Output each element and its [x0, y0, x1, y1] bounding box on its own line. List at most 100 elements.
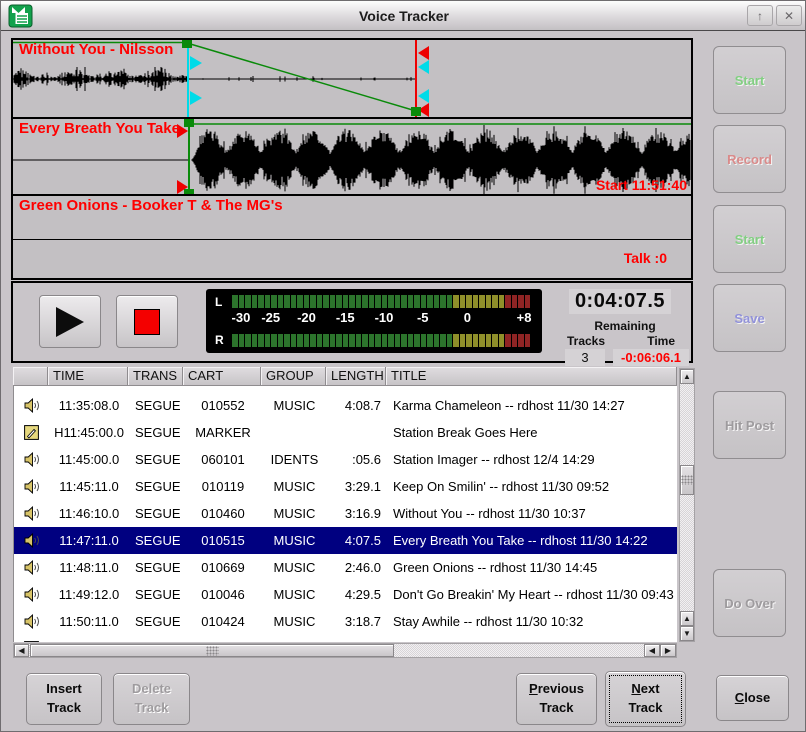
meter-segment [317, 334, 323, 347]
cell-time: 11:48:11.0 [49, 554, 129, 581]
meter-segment [258, 295, 264, 308]
close-button[interactable]: Close [716, 675, 789, 721]
track-1[interactable]: Without You - Nilsson [13, 40, 691, 117]
meter-segment [486, 295, 492, 308]
close-window-button[interactable]: ✕ [776, 5, 802, 26]
cell-title: Station Imager -- rdhost 12/4 14:29 [387, 446, 677, 473]
speaker-icon [24, 560, 40, 575]
header-trans[interactable]: TRANS [128, 367, 183, 386]
insert-track-label2: Track [47, 699, 81, 718]
meter-segment [310, 295, 316, 308]
scroll-up-button-2[interactable]: ▲ [680, 611, 694, 626]
start-2-button[interactable]: Start [713, 205, 786, 273]
cell-trans: SEGUE [129, 446, 184, 473]
vertical-scrollbar[interactable]: ▲ ▲ ▼ [679, 368, 695, 642]
cell-title: Station Break Goes Here [387, 419, 677, 446]
meter-left-label: L [215, 295, 222, 309]
next-track-button[interactable]: Next Track [605, 671, 686, 727]
meter-segment [434, 334, 440, 347]
header-length[interactable]: LENGTH [326, 367, 386, 386]
log-row-8[interactable]: 11:49:12.0SEGUE010046MUSIC4:29.5Don't Go… [14, 581, 677, 608]
scroll-right-button[interactable]: ▶ [660, 644, 676, 657]
remaining-time-value: -0:06:06.1 [613, 349, 689, 366]
cell-time: 11:50:11.0 [49, 608, 129, 635]
cell-trans: SEGUE [129, 554, 184, 581]
header-cart[interactable]: CART [183, 367, 261, 386]
cell-cart: 010669 [184, 554, 262, 581]
scroll-up-button[interactable]: ▲ [680, 369, 694, 384]
log-row-9[interactable]: 11:50:11.0SEGUE010424MUSIC3:18.7Stay Awh… [14, 608, 677, 635]
horizontal-scrollbar[interactable]: ◀ ◀ ▶ [13, 643, 677, 658]
meter-segment [310, 334, 316, 347]
shade-window-button[interactable]: ↑ [747, 5, 773, 26]
cell-time: H12:00:00.0 [49, 635, 129, 642]
meter-segment [395, 295, 401, 308]
record-button[interactable]: Record [713, 125, 786, 193]
scroll-down-button[interactable]: ▼ [680, 626, 694, 641]
log-row-4[interactable]: 11:45:11.0SEGUE010119MUSIC3:29.1Keep On … [14, 473, 677, 500]
meter-segment [512, 295, 518, 308]
meter-segment [245, 295, 251, 308]
previous-track-button[interactable]: Previous Track [516, 673, 597, 725]
meter-segment [323, 334, 329, 347]
cell-trans: SEGUE [129, 473, 184, 500]
meter-segment [460, 295, 466, 308]
meter-right-segments [232, 334, 530, 347]
remaining-tracks-value: 3 [565, 349, 605, 366]
track-3-talk-counter: Talk :0 [624, 250, 667, 266]
header-icon-col[interactable] [13, 367, 48, 386]
next-track-label2: Track [629, 699, 663, 718]
meter-segment [421, 295, 427, 308]
start-1-button[interactable]: Start [713, 46, 786, 114]
scroll-left-button[interactable]: ◀ [14, 644, 29, 657]
save-button[interactable]: Save [713, 284, 786, 352]
close-icon: ✕ [784, 9, 794, 23]
log-row-5[interactable]: 11:46:10.0SEGUE010460MUSIC3:16.9Without … [14, 500, 677, 527]
delete-track-button[interactable]: Delete Track [113, 673, 190, 725]
header-group[interactable]: GROUP [261, 367, 326, 386]
meter-segment [232, 334, 238, 347]
play-icon [56, 307, 84, 337]
meter-segment [499, 295, 505, 308]
vertical-scroll-thumb[interactable] [680, 465, 694, 495]
cell-group [262, 635, 327, 642]
meter-segment [304, 295, 310, 308]
cell-length: 4:08.7 [327, 392, 387, 419]
meter-scale-label: -25 [261, 310, 280, 325]
header-title[interactable]: TITLE [386, 367, 677, 386]
track-2[interactable]: Every Breath You Take Start 11:51:40 [13, 117, 691, 196]
meter-segment [466, 295, 472, 308]
cell-title: Stay Awhile -- rdhost 11/30 10:32 [387, 608, 677, 635]
voice-tracker-window: Voice Tracker ↑ ✕ Without You - Nilsson … [0, 0, 806, 732]
log-row-1[interactable]: 11:35:08.0SEGUE010552MUSIC4:08.7Karma Ch… [14, 392, 677, 419]
do-over-button[interactable]: Do Over [713, 569, 786, 637]
log-row-2[interactable]: H11:45:00.0SEGUEMARKERStation Break Goes… [14, 419, 677, 446]
scroll-left-button-2[interactable]: ◀ [644, 644, 660, 657]
cell-title: Legal ID Goes Here [387, 635, 677, 642]
speaker-icon [24, 614, 40, 629]
meter-segment [395, 334, 401, 347]
meter-segment [271, 334, 277, 347]
cell-title: Every Breath You Take -- rdhost 11/30 14… [387, 527, 677, 554]
header-time[interactable]: TIME [48, 367, 128, 386]
meter-segment [284, 334, 290, 347]
log-row-7[interactable]: 11:48:11.0SEGUE010669MUSIC2:46.0Green On… [14, 554, 677, 581]
stop-button[interactable] [116, 295, 178, 348]
insert-track-button[interactable]: Insert Track [26, 673, 102, 725]
hit-post-button[interactable]: Hit Post [713, 391, 786, 459]
log-row-10[interactable]: H12:00:00.0SEGUEMARKERLegal ID Goes Here [14, 635, 677, 642]
track-3[interactable]: Green Onions - Booker T & The MG's Talk … [13, 196, 691, 274]
cell-length [327, 635, 387, 642]
meter-segment [356, 295, 362, 308]
log-row-6[interactable]: 11:47:11.0SEGUE010515MUSIC4:07.5Every Br… [14, 527, 677, 554]
titlebar[interactable]: Voice Tracker ↑ ✕ [1, 1, 806, 31]
meter-segment [343, 295, 349, 308]
log-row-3[interactable]: 11:45:00.0SEGUE060101IDENTS:05.6Station … [14, 446, 677, 473]
play-button[interactable] [39, 295, 101, 348]
transport-panel: L -30-25-20-15-10-50+8 R 0:04:07.5 Remai… [11, 281, 693, 363]
horizontal-scroll-thumb[interactable] [30, 644, 394, 657]
elapsed-time-display: 0:04:07.5 [569, 289, 671, 314]
cell-cart: 010552 [184, 392, 262, 419]
meter-segment [453, 334, 459, 347]
meter-segment [271, 295, 277, 308]
